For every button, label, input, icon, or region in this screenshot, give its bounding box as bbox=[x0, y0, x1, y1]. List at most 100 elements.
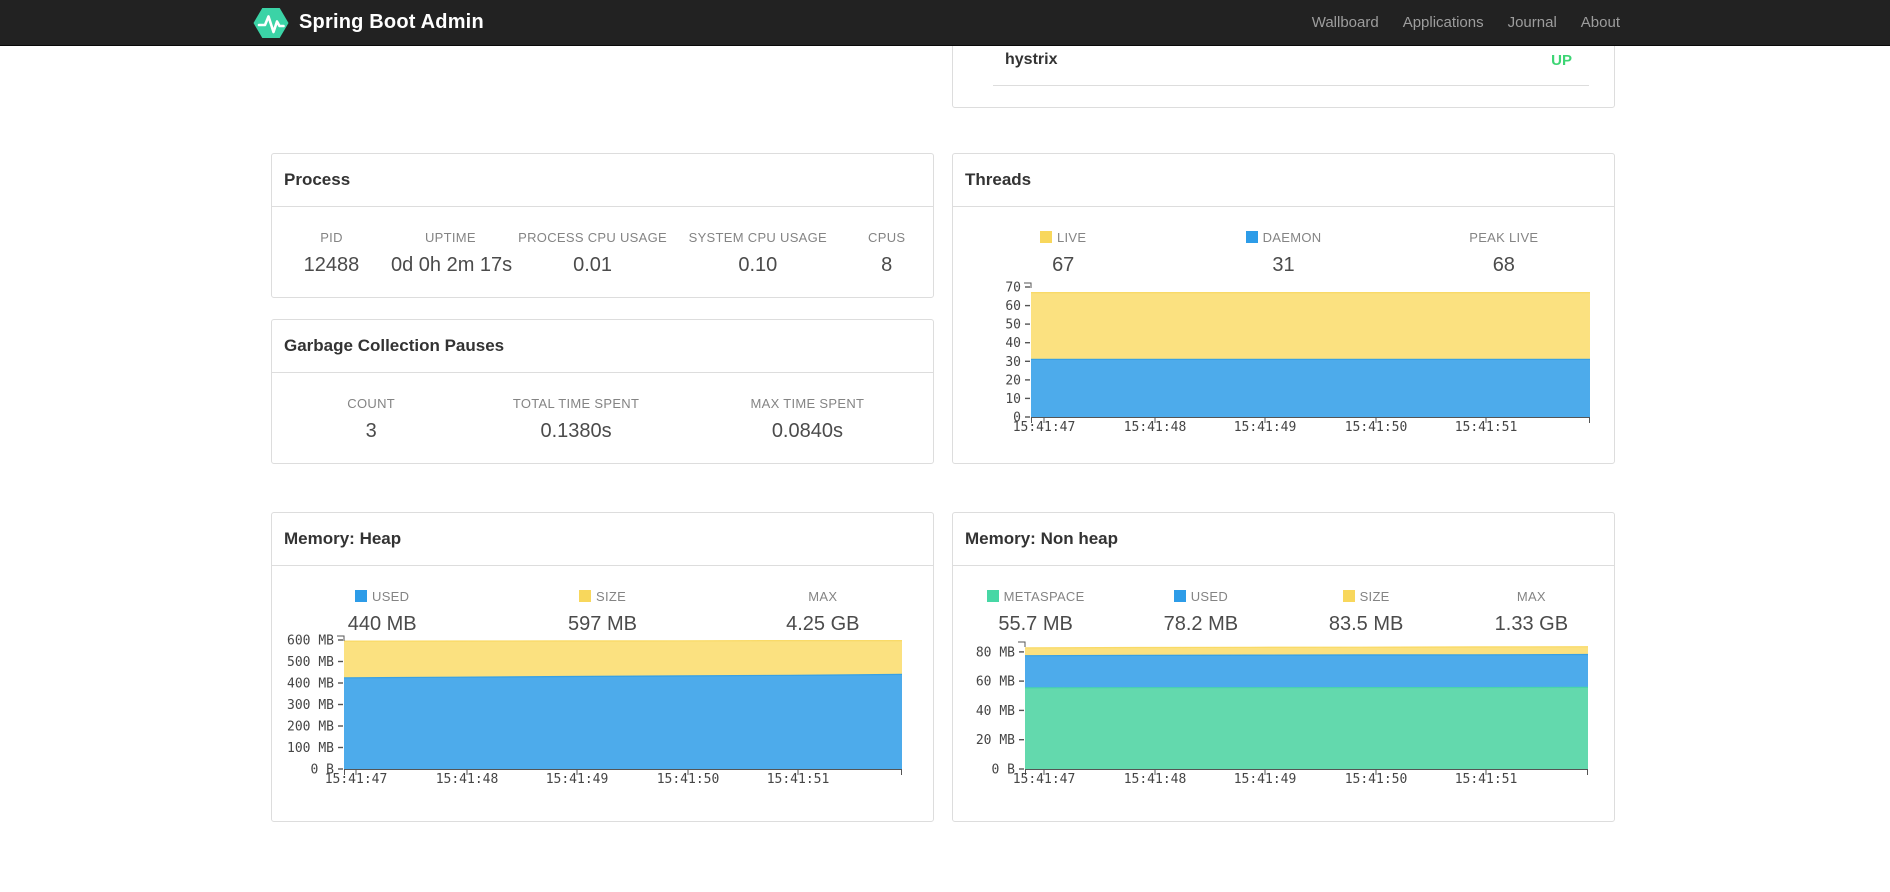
metric-count: COUNT 3 bbox=[272, 390, 470, 445]
metric-live: LIVE 67 bbox=[953, 224, 1173, 279]
metric-cpus: CPUS 8 bbox=[840, 224, 933, 279]
svg-text:15:41:48: 15:41:48 bbox=[1124, 772, 1187, 787]
metric-label: COUNT bbox=[347, 396, 395, 411]
metric-label: MAX bbox=[1516, 589, 1546, 604]
metric-label: METASPACE bbox=[953, 583, 1118, 611]
svg-text:15:41:47: 15:41:47 bbox=[1013, 772, 1076, 787]
svg-text:15:41:50: 15:41:50 bbox=[1345, 420, 1408, 435]
legend-swatch-icon bbox=[1173, 590, 1186, 602]
metric-value: 12488 bbox=[303, 254, 360, 276]
svg-text:600 MB: 600 MB bbox=[287, 634, 334, 649]
metric-max-time-spent: MAX TIME SPENT 0.0840s bbox=[682, 390, 933, 445]
nav-links: Wallboard Applications Journal About bbox=[1300, 0, 1632, 45]
legend-swatch-icon bbox=[1342, 590, 1355, 602]
metric-size: SIZE 597 MB bbox=[492, 583, 712, 638]
svg-text:0 B: 0 B bbox=[992, 763, 1016, 778]
svg-text:15:41:48: 15:41:48 bbox=[1124, 420, 1187, 435]
app-brand[interactable]: Spring Boot Admin bbox=[253, 0, 484, 45]
svg-text:50: 50 bbox=[1005, 318, 1021, 333]
legend-swatch-icon bbox=[1039, 231, 1052, 243]
metric-max: MAX 1.33 GB bbox=[1449, 583, 1614, 638]
gc-pauses-card: Garbage Collection Pauses COUNT 3 TOTAL TI… bbox=[271, 319, 934, 464]
metric-uptime: UPTIME 0d 0h 2m 17s bbox=[391, 224, 512, 279]
metric-label: SIZE bbox=[1284, 583, 1449, 611]
memory-nonheap-chart: 80 MB 60 MB 40 MB 20 MB 0 B15:41:47 15:41:48 1… bbox=[976, 641, 1589, 787]
metric-value: 0.01 bbox=[573, 254, 613, 276]
metric-pid: PID 12488 bbox=[272, 224, 391, 279]
metric-value: 0.0840s bbox=[771, 420, 843, 442]
svg-text:60: 60 bbox=[1005, 299, 1021, 314]
process-card-title: Process bbox=[272, 154, 933, 207]
svg-text:15:41:51: 15:41:51 bbox=[1455, 772, 1518, 787]
svg-text:400 MB: 400 MB bbox=[287, 677, 334, 692]
nonheap-card-title: Memory: Non heap bbox=[953, 513, 1614, 566]
svg-text:40 MB: 40 MB bbox=[976, 704, 1015, 719]
svg-text:15:41:50: 15:41:50 bbox=[1345, 772, 1408, 787]
metric-label: DAEMON bbox=[1173, 224, 1393, 252]
process-metrics: PID 12488 UPTIME 0d 0h 2m 17s PROCESS CPU US… bbox=[272, 224, 933, 279]
nav-item-applications[interactable]: Applications bbox=[1391, 14, 1496, 31]
metric-system-cpu-usage: SYSTEM CPU USAGE 0.10 bbox=[675, 224, 840, 279]
svg-text:15:41:48: 15:41:48 bbox=[436, 772, 499, 787]
svg-text:80 MB: 80 MB bbox=[976, 645, 1015, 660]
memory-heap-chart: 600 MB500 MB400 MB300 MB200 MB100 MB0 B1… bbox=[287, 634, 903, 787]
metric-label: UPTIME bbox=[424, 230, 476, 245]
svg-text:70: 70 bbox=[1005, 281, 1021, 296]
metric-size: SIZE 83.5 MB bbox=[1284, 583, 1449, 638]
svg-text:15:41:49: 15:41:49 bbox=[546, 772, 609, 787]
legend-swatch-icon bbox=[1245, 231, 1258, 243]
svg-text:15:41:51: 15:41:51 bbox=[767, 772, 830, 787]
metric-total-time-spent: TOTAL TIME SPENT 0.1380s bbox=[470, 390, 682, 445]
metric-used: USED 78.2 MB bbox=[1118, 583, 1283, 638]
metric-value: 8 bbox=[881, 254, 893, 276]
nonheap-metrics: METASPACE 55.7 MB USED 78.2 MB SIZE 83.5 MB MA… bbox=[953, 583, 1614, 638]
legend-swatch-icon bbox=[578, 590, 591, 602]
svg-text:40: 40 bbox=[1005, 336, 1021, 351]
metric-label: CPUS bbox=[868, 230, 906, 245]
process-card: Process PID 12488 UPTIME 0d 0h 2m 17s PROCES… bbox=[271, 153, 934, 298]
svg-text:15:41:50: 15:41:50 bbox=[657, 772, 720, 787]
nav-item-journal[interactable]: Journal bbox=[1496, 14, 1569, 31]
metric-label: SIZE bbox=[492, 583, 712, 611]
metric-label: TOTAL TIME SPENT bbox=[512, 396, 640, 411]
spring-boot-admin-logo-icon bbox=[253, 7, 289, 38]
metric-value: 0.1380s bbox=[540, 420, 612, 442]
metric-label: PEAK LIVE bbox=[1469, 230, 1539, 245]
threads-chart: 70605040302010015:41:47 15:41:48 15:41:49 1… bbox=[1005, 281, 1590, 435]
svg-text:15:41:47: 15:41:47 bbox=[325, 772, 388, 787]
nav-item-wallboard[interactable]: Wallboard bbox=[1300, 14, 1391, 31]
threads-card: Threads LIVE 67 DAEMON 31 PEAK LIVE 68 70 60 50… bbox=[952, 153, 1615, 464]
memory-nonheap-card: Memory: Non heap METASPACE 55.7 MB USED 78.… bbox=[952, 512, 1615, 822]
metric-used: USED 440 MB bbox=[272, 583, 492, 638]
legend-swatch-icon bbox=[355, 590, 368, 602]
svg-text:10: 10 bbox=[1005, 392, 1021, 407]
svg-text:500 MB: 500 MB bbox=[287, 655, 334, 670]
legend-swatch-icon bbox=[986, 590, 999, 602]
svg-text:15:41:51: 15:41:51 bbox=[1455, 420, 1518, 435]
svg-text:200 MB: 200 MB bbox=[287, 720, 334, 735]
gc-card-title: Garbage Collection Pauses bbox=[272, 320, 933, 373]
metric-value: 3 bbox=[365, 420, 377, 442]
svg-text:60 MB: 60 MB bbox=[976, 675, 1015, 690]
metric-label: SYSTEM CPU USAGE bbox=[688, 230, 828, 245]
gc-metrics: COUNT 3 TOTAL TIME SPENT 0.1380s MAX TIME SP… bbox=[272, 390, 933, 445]
metric-value: 0.10 bbox=[738, 254, 778, 276]
metric-daemon: DAEMON 31 bbox=[1173, 224, 1393, 279]
metric-label: USED bbox=[272, 583, 492, 611]
memory-heap-card: Memory: Heap USED 440 MB SIZE 597 MB MAX 4.25… bbox=[271, 512, 934, 822]
app-title: Spring Boot Admin bbox=[299, 11, 484, 33]
application-name: hystrix bbox=[1005, 51, 1058, 68]
svg-text:100 MB: 100 MB bbox=[287, 741, 334, 756]
metric-process-cpu-usage: PROCESS CPU USAGE 0.01 bbox=[510, 224, 675, 279]
navbar: Spring Boot Admin Wallboard Applications J… bbox=[0, 0, 1890, 46]
metric-label: MAX bbox=[808, 589, 838, 604]
svg-text:20: 20 bbox=[1005, 373, 1021, 388]
metric-label: PID bbox=[320, 230, 343, 245]
heap-metrics: USED 440 MB SIZE 597 MB MAX 4.25 GB bbox=[272, 583, 933, 638]
svg-text:15:41:49: 15:41:49 bbox=[1234, 420, 1297, 435]
svg-text:300 MB: 300 MB bbox=[287, 698, 334, 713]
nav-item-about[interactable]: About bbox=[1569, 14, 1632, 31]
svg-text:30: 30 bbox=[1005, 355, 1021, 370]
metric-label: MAX TIME SPENT bbox=[750, 396, 865, 411]
svg-text:15:41:47: 15:41:47 bbox=[1013, 420, 1076, 435]
